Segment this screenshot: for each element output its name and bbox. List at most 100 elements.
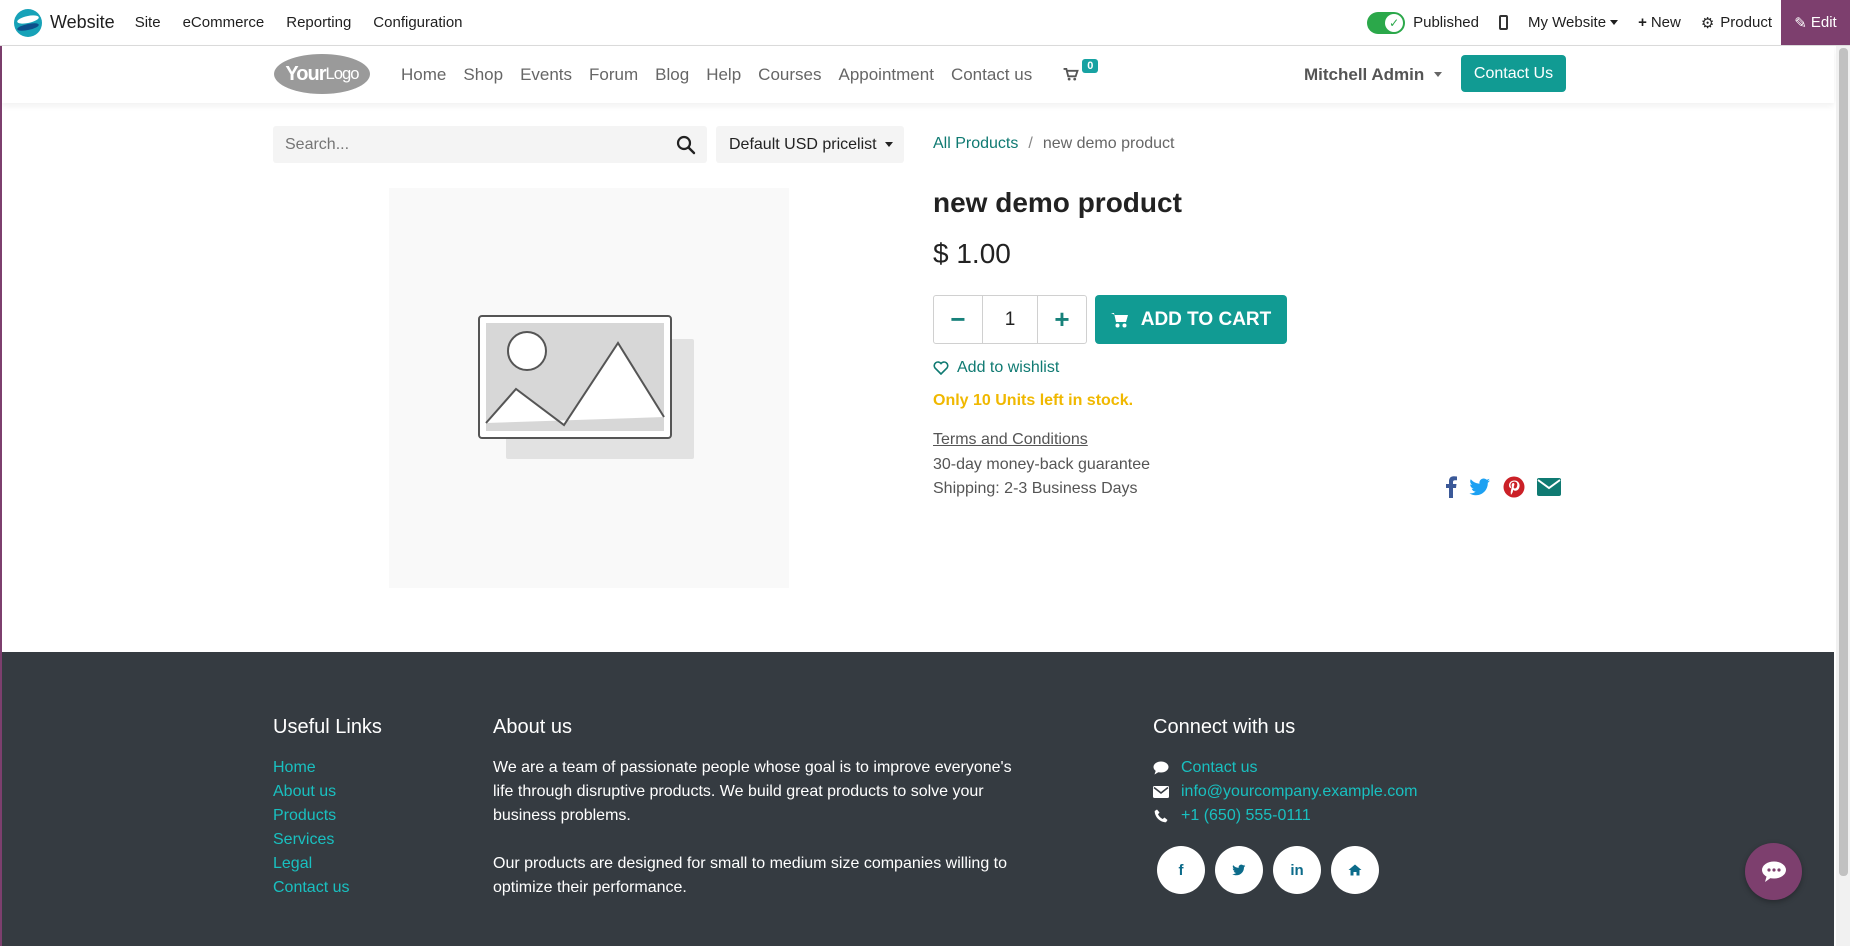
wishlist-label: Add to wishlist <box>957 359 1060 376</box>
new-button[interactable]: + New <box>1638 14 1681 31</box>
caret-down-icon <box>884 142 893 147</box>
nav-blog[interactable]: Blog <box>655 65 689 85</box>
nav-help[interactable]: Help <box>706 65 741 85</box>
image-placeholder-icon <box>478 315 694 459</box>
footer-link-products[interactable]: Products <box>273 804 349 828</box>
envelope-icon <box>1153 786 1169 798</box>
product-search <box>273 126 707 163</box>
user-name: Mitchell Admin <box>1304 64 1425 84</box>
published-toggle-group[interactable]: ✓ Published <box>1367 11 1479 34</box>
website-app-name: Website <box>50 12 115 32</box>
footer-link-contact-us[interactable]: Contact us <box>273 876 349 900</box>
connect-email-link[interactable]: info@yourcompany.example.com <box>1181 780 1418 804</box>
logo-text-logo: Logo <box>325 64 360 83</box>
footer-link-legal[interactable]: Legal <box>273 852 349 876</box>
stock-availability: Only 10 Units left in stock. <box>933 392 1134 409</box>
website-app-icon <box>14 8 42 37</box>
edit-button-label: Edit <box>1810 14 1837 31</box>
nav-home[interactable]: Home <box>401 65 446 85</box>
connect-contact-link[interactable]: Contact us <box>1181 756 1257 780</box>
twitter-icon[interactable] <box>1469 478 1491 496</box>
facebook-icon[interactable] <box>1445 476 1457 498</box>
connect-email-row: info@yourcompany.example.com <box>1153 780 1418 804</box>
breadcrumb-current: new demo product <box>1042 135 1175 152</box>
cart-button[interactable]: 0 <box>1063 59 1099 81</box>
connect-phone-link[interactable]: +1 (650) 555-0111 <box>1181 804 1311 828</box>
mobile-phone-icon <box>1498 15 1508 30</box>
cart-count-badge: 0 <box>1082 59 1099 73</box>
admin-menu-ecommerce[interactable]: eCommerce <box>183 14 265 31</box>
page-scrollbar-thumb[interactable] <box>1839 48 1848 876</box>
site-header: Your Logo Home Shop Events Forum Blog Hel… <box>2 46 1834 103</box>
useful-links-list: Home About us Products Services Legal Co… <box>273 756 349 900</box>
admin-menu-site[interactable]: Site <box>135 14 161 31</box>
website-app-brand[interactable]: Website <box>14 8 115 37</box>
chat-icon <box>1761 861 1786 882</box>
quantity-stepper: − + <box>933 295 1087 344</box>
breadcrumb-all-products[interactable]: All Products <box>933 135 1018 153</box>
plus-icon: + <box>1054 304 1070 334</box>
connect-contact-row: Contact us <box>1153 756 1418 780</box>
pricelist-dropdown[interactable]: Default USD pricelist <box>716 126 904 163</box>
twitter-icon[interactable] <box>1215 846 1263 894</box>
pinterest-icon[interactable] <box>1503 476 1525 498</box>
published-label: Published <box>1413 14 1479 31</box>
pencil-icon: ✎ <box>1794 14 1807 32</box>
published-toggle[interactable]: ✓ <box>1367 11 1406 34</box>
add-to-cart-label: ADD TO CART <box>1140 308 1272 330</box>
admin-menu-configuration[interactable]: Configuration <box>373 14 462 31</box>
product-image[interactable] <box>389 188 789 588</box>
user-menu[interactable]: Mitchell Admin <box>1304 46 1443 103</box>
quantity-input[interactable] <box>983 296 1037 343</box>
guarantee-text: 30-day money-back guarantee <box>933 456 1151 473</box>
shopping-cart-icon <box>1110 312 1128 327</box>
website-switcher-label: My Website <box>1527 14 1607 31</box>
minus-icon: − <box>950 304 966 334</box>
check-icon: ✓ <box>1385 13 1404 32</box>
comment-icon <box>1153 761 1169 775</box>
admin-menu: Site eCommerce Reporting Configuration <box>135 14 485 31</box>
footer-link-about-us[interactable]: About us <box>273 780 349 804</box>
product-settings-button[interactable]: ⚙ Product <box>1701 14 1772 32</box>
edit-button[interactable]: ✎ Edit <box>1781 0 1850 45</box>
terms-and-conditions-link[interactable]: Terms and Conditions <box>933 431 1088 449</box>
admin-navbar: Website Site eCommerce Reporting Configu… <box>0 0 1850 46</box>
mobile-preview-button[interactable] <box>1498 15 1508 30</box>
product-settings-label: Product <box>1720 14 1772 31</box>
about-us-text: We are a team of passionate people whose… <box>493 756 1023 900</box>
add-to-wishlist-link[interactable]: Add to wishlist <box>933 359 1059 377</box>
search-icon[interactable] <box>675 134 697 156</box>
shopping-cart-icon <box>1063 68 1079 81</box>
site-nav: Home Shop Events Forum Blog Help Courses… <box>401 46 1099 103</box>
search-input[interactable] <box>273 126 653 163</box>
product-price: $ 1.00 <box>933 238 1011 269</box>
about-paragraph-2: Our products are designed for small to m… <box>493 855 1008 896</box>
nav-courses[interactable]: Courses <box>758 65 821 85</box>
quantity-decrease-button[interactable]: − <box>934 296 983 343</box>
breadcrumb: All Products / new demo product <box>933 135 1174 153</box>
nav-events[interactable]: Events <box>520 65 572 85</box>
website-switcher[interactable]: My Website <box>1527 14 1619 31</box>
contact-us-button[interactable]: Contact Us <box>1461 55 1566 92</box>
admin-bar-right: ✓ Published My Website + New ⚙ Product ✎… <box>1367 0 1850 45</box>
live-chat-button[interactable] <box>1745 843 1802 900</box>
footer-link-services[interactable]: Services <box>273 828 349 852</box>
logo-text-your: Your <box>285 62 326 85</box>
product-title: new demo product <box>933 187 1182 218</box>
home-icon[interactable] <box>1331 846 1379 894</box>
email-icon[interactable] <box>1537 478 1561 496</box>
nav-shop[interactable]: Shop <box>463 65 503 85</box>
useful-links-heading: Useful Links <box>273 716 382 738</box>
add-to-cart-button[interactable]: ADD TO CART <box>1095 295 1287 344</box>
connect-list: Contact us info@yourcompany.example.com … <box>1153 756 1418 828</box>
nav-forum[interactable]: Forum <box>589 65 638 85</box>
nav-appointment[interactable]: Appointment <box>838 65 933 85</box>
nav-contact-us[interactable]: Contact us <box>951 65 1032 85</box>
quantity-increase-button[interactable]: + <box>1037 296 1086 343</box>
plus-icon: + <box>1638 14 1647 31</box>
admin-menu-reporting[interactable]: Reporting <box>286 14 351 31</box>
linkedin-icon[interactable]: in <box>1273 846 1321 894</box>
site-logo[interactable]: Your Logo <box>274 54 370 94</box>
facebook-icon[interactable]: f <box>1157 846 1205 894</box>
footer-link-home[interactable]: Home <box>273 756 349 780</box>
